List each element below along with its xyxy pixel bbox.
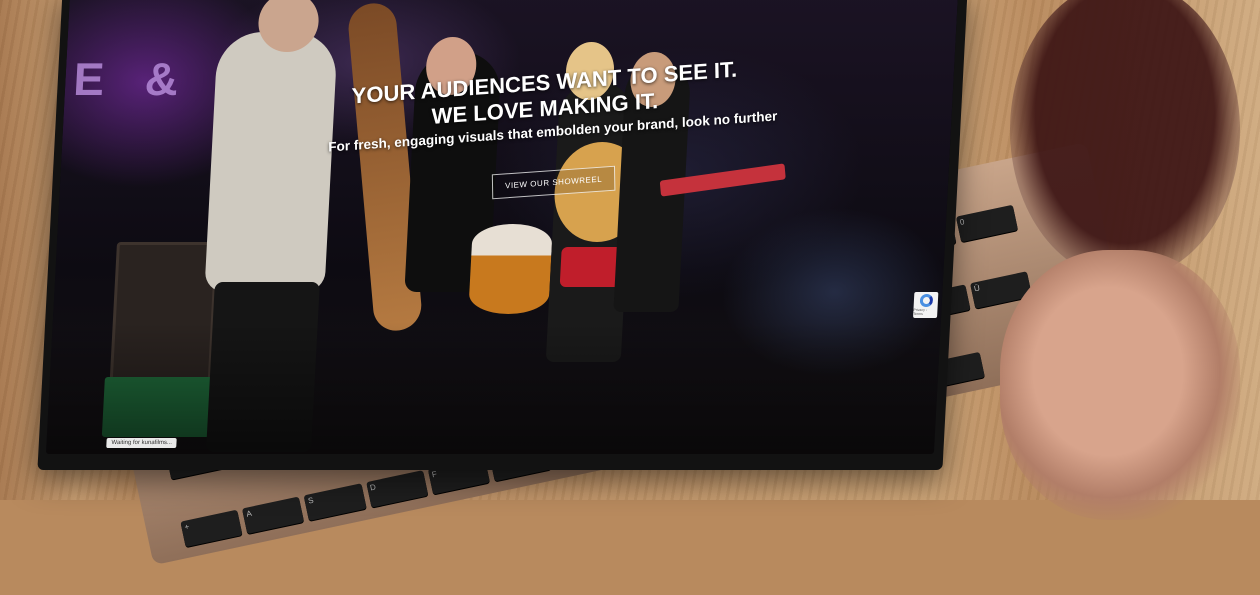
laptop-screen: E & C YOUR AUDIENCES WANT TO SEE IT. WE …	[45, 0, 959, 454]
stage-floor	[45, 322, 941, 454]
keyboard-key: 0	[955, 204, 1019, 243]
recaptcha-icon	[919, 294, 933, 307]
hand	[1000, 250, 1240, 520]
bassist	[204, 32, 339, 292]
browser-status-bar: Waiting for kunafilms...	[106, 438, 178, 448]
recaptcha-badge[interactable]: Privacy - Terms	[913, 292, 939, 318]
recaptcha-text: Privacy - Terms	[913, 308, 928, 316]
keyboard-key: D	[365, 469, 429, 508]
snare-drum	[468, 224, 553, 314]
keyboard-key: A	[242, 496, 305, 534]
keyboard-key: S	[303, 482, 367, 521]
keyboard-key: +	[180, 509, 243, 547]
